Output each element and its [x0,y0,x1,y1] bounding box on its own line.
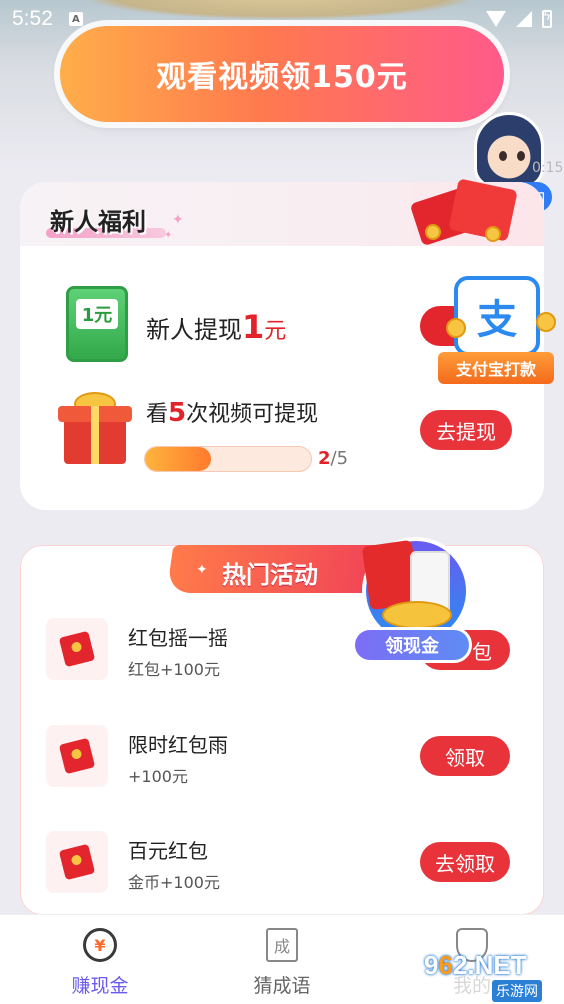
red-envelope-illustration [405,178,518,247]
claim-cash-label[interactable]: 领现金 [352,627,472,663]
withdraw-amount: 1 [242,308,265,346]
avatar-eye [499,151,507,161]
activity-claim-button[interactable]: 领取 [420,736,510,776]
notification-badge: A [68,12,83,26]
progress-total: /5 [330,448,349,469]
sparkle-icon: ✦ [196,562,208,578]
avatar-eye [517,151,525,161]
gift-ribbon [91,406,99,464]
one-yuan-icon: 1元 [66,286,128,362]
coin-icon [536,312,556,332]
video-task-prefix: 看 [146,402,169,427]
yuan-coin-icon: ¥ [80,925,120,965]
progress-current: 2 [318,448,331,469]
activity-reward: 金币+100元 [128,873,220,892]
envelope-shape [58,843,96,881]
withdraw-label: 新人提现1元 [146,308,286,346]
activity-reward: 红包+100元 [128,660,220,679]
newbie-title: 新人福利 [50,208,146,236]
coin-pile [382,601,452,629]
sparkle-icon: ✦ [164,230,173,241]
activity-title: 限时红包雨 [128,733,228,757]
status-time: 5:52 [12,7,53,30]
activity-reward: +100元 [128,767,188,786]
service-avatar [474,112,544,188]
book-icon-text: 成 [266,928,298,962]
video-progress-bar [144,446,312,472]
nav-guess-idiom[interactable]: 成 猜成语 [202,915,362,1004]
watermark-logo: 962.NET 乐游网 [424,950,560,1002]
yuan-symbol: ¥ [94,935,106,955]
coin-icon [425,224,441,240]
progress-count: 2/5 [318,448,348,469]
hot-activities-title: 热门活动 [222,561,318,589]
video-task-suffix: 次视频可提现 [186,402,319,427]
withdraw-button[interactable]: 去提现 [420,410,512,450]
withdraw-unit: 元 [264,319,287,344]
claim-cash-float[interactable]: 领现金 [352,537,474,667]
watermark-sub: 乐游网 [492,980,542,1002]
envelope-shape [58,737,96,775]
alipay-icon: 支 [454,276,540,356]
activity-title: 红包摇一摇 [128,626,228,650]
one-yuan-icon-text: 1元 [75,299,119,329]
video-task-count: 5 [168,398,187,428]
red-envelope-icon [46,725,108,787]
alipay-label: 支付宝打款 [438,352,554,384]
red-envelope-icon [46,831,108,893]
gift-box-icon [58,386,132,472]
envelope-shape [58,630,96,668]
watch-video-banner[interactable]: 观看视频领150元 [60,26,504,122]
coin-icon [446,318,466,338]
activity-title: 百元红包 [128,839,208,863]
alipay-badge[interactable]: 支 支付宝打款 [420,276,556,384]
red-envelope-icon [46,618,108,680]
sparkle-icon: ✦ [172,212,184,228]
nav-earn-cash[interactable]: ¥ 赚现金 [20,915,180,1004]
status-icons [486,9,552,28]
watermark-text: 962.NET [424,950,527,980]
battery-icon [542,9,552,28]
coin-icon [485,226,501,242]
nav-label: 赚现金 [71,975,129,997]
signal-icon [516,11,532,27]
wifi-icon [486,11,506,27]
video-task-label: 看5次视频可提现 [146,396,318,428]
service-time-hint: 0:15 [532,160,564,176]
video-progress-fill [145,447,212,471]
activity-claim-button[interactable]: 去领取 [420,842,510,882]
nav-label: 猜成语 [253,975,311,997]
withdraw-prefix: 新人提现 [146,316,242,344]
book-icon: 成 [262,925,302,965]
